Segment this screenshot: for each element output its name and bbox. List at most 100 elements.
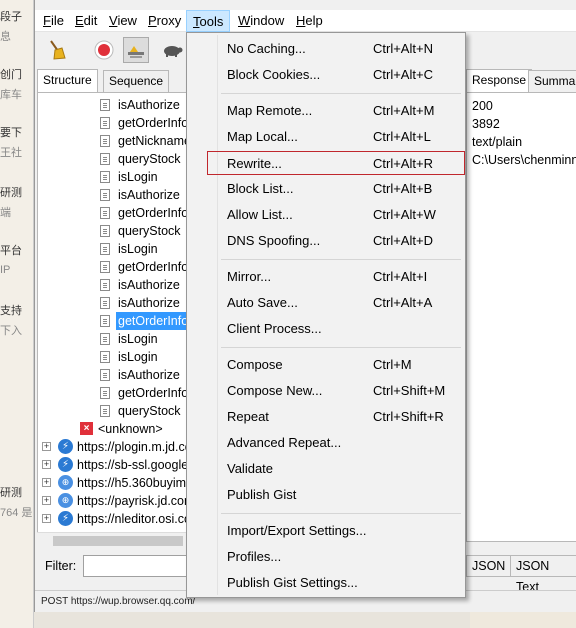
document-icon: [100, 153, 110, 165]
menubar: File Edit View Proxy Tools Window Help: [35, 10, 576, 32]
menu-proxy[interactable]: Proxy: [142, 10, 187, 32]
tab-sequence[interactable]: Sequence: [103, 70, 170, 92]
menu-item-client-process[interactable]: Client Process...: [189, 317, 463, 341]
request-name: isLogin: [118, 332, 158, 346]
expand-icon[interactable]: +: [42, 460, 51, 469]
menu-item-compose-new[interactable]: Compose New... Ctrl+Shift+M: [189, 379, 463, 403]
record-icon[interactable]: [91, 37, 117, 63]
tab-json-text[interactable]: JSON Text: [510, 555, 576, 594]
request-name: isAuthorize: [118, 188, 180, 202]
tab-summary[interactable]: Summary: [528, 70, 576, 92]
menu-separator: [221, 347, 461, 348]
menu-item-validate[interactable]: Validate: [189, 457, 463, 481]
background-window-strip: [470, 610, 576, 628]
request-name: isLogin: [118, 350, 158, 364]
broom-icon[interactable]: [43, 37, 69, 63]
menu-item-label: Block Cookies...: [227, 67, 321, 82]
background-text: 段子: [0, 11, 22, 23]
request-name: queryStock: [118, 224, 181, 238]
menu-item-shortcut: Ctrl+Shift+R: [373, 409, 444, 424]
menu-item-mirror[interactable]: Mirror... Ctrl+Alt+I: [189, 265, 463, 289]
expand-icon[interactable]: +: [42, 514, 51, 523]
menu-item-auto-save[interactable]: Auto Save... Ctrl+Alt+A: [189, 291, 463, 315]
menu-item-shortcut: Ctrl+Alt+C: [373, 67, 433, 82]
menu-item-shortcut: Ctrl+Alt+I: [373, 269, 428, 284]
lightning-icon: ⚡: [58, 511, 73, 526]
response-summary-pane: 200 3892 text/plain C:\Users\chenminn: [466, 92, 576, 542]
summary-value: C:\Users\chenminn: [472, 153, 576, 167]
menu-item-publish-gist-settings[interactable]: Publish Gist Settings...: [189, 571, 463, 595]
scrollbar-thumb[interactable]: [53, 536, 183, 546]
menu-item-no-caching[interactable]: No Caching... Ctrl+Alt+N: [189, 37, 463, 61]
background-text: 王社: [0, 147, 22, 159]
background-text: 端: [0, 207, 11, 219]
menu-item-label: Client Process...: [227, 321, 322, 336]
document-icon: [100, 99, 110, 111]
tab-json[interactable]: JSON: [466, 555, 512, 577]
error-icon: ×: [80, 422, 93, 435]
request-name: isAuthorize: [118, 296, 180, 310]
request-name: getOrderInfo: [118, 116, 189, 130]
menu-tools[interactable]: Tools: [186, 10, 231, 32]
menu-item-shortcut: Ctrl+Alt+L: [373, 129, 431, 144]
request-name: getOrderInfo: [116, 312, 191, 330]
menu-item-shortcut: Ctrl+Shift+M: [373, 383, 446, 398]
menu-item-advanced-repeat[interactable]: Advanced Repeat...: [189, 431, 463, 455]
tab-structure[interactable]: Structure: [37, 69, 98, 92]
unknown-label: <unknown>: [98, 422, 163, 436]
menu-item-map-remote[interactable]: Map Remote... Ctrl+Alt+M: [189, 99, 463, 123]
menu-item-label: Profiles...: [227, 549, 282, 564]
menu-edit[interactable]: Edit: [69, 10, 103, 32]
background-text: 创门: [0, 69, 22, 81]
document-icon: [100, 387, 110, 399]
menu-item-label: Map Local...: [227, 129, 298, 144]
lightning-icon: ⚡: [58, 457, 73, 472]
background-text: 研测: [0, 187, 22, 199]
menu-item-import-export-settings[interactable]: Import/Export Settings...: [189, 519, 463, 543]
menu-item-rewrite[interactable]: Rewrite... Ctrl+Alt+R: [207, 151, 465, 175]
throttle-icon[interactable]: [123, 37, 149, 63]
menu-item-label: Auto Save...: [227, 295, 298, 310]
menu-item-shortcut: Ctrl+Alt+R: [373, 156, 433, 171]
menu-item-compose[interactable]: Compose Ctrl+M: [189, 353, 463, 377]
menu-item-label: Rewrite...: [227, 156, 282, 171]
expand-icon[interactable]: +: [42, 442, 51, 451]
menu-file[interactable]: File: [37, 10, 70, 32]
menu-window[interactable]: Window: [232, 10, 290, 32]
lock-icon: ⊕: [58, 475, 73, 490]
tab-response[interactable]: Response: [466, 69, 533, 92]
menu-item-allow-list[interactable]: Allow List... Ctrl+Alt+W: [189, 203, 463, 227]
expand-icon[interactable]: +: [42, 496, 51, 505]
menu-item-label: Validate: [227, 461, 274, 476]
summary-value: 200: [472, 99, 493, 113]
menu-item-label: Compose: [227, 357, 283, 372]
document-icon: [100, 315, 110, 327]
request-name: isAuthorize: [118, 368, 180, 382]
menu-item-repeat[interactable]: Repeat Ctrl+Shift+R: [189, 405, 463, 429]
menu-help[interactable]: Help: [290, 10, 329, 32]
document-icon: [100, 207, 110, 219]
document-icon: [100, 171, 110, 183]
background-text: 息: [0, 31, 11, 43]
menu-item-dns-spoofing[interactable]: DNS Spoofing... Ctrl+Alt+D: [189, 229, 463, 253]
document-icon: [100, 351, 110, 363]
lightning-icon: ⚡: [58, 439, 73, 454]
menu-item-label: Map Remote...: [227, 103, 313, 118]
menu-separator: [221, 259, 461, 260]
document-icon: [100, 333, 110, 345]
menu-item-profiles[interactable]: Profiles...: [189, 545, 463, 569]
menu-item-label: Publish Gist: [227, 487, 297, 502]
menu-item-map-local[interactable]: Map Local... Ctrl+Alt+L: [189, 125, 463, 149]
background-text: 库车: [0, 89, 22, 101]
filter-label: Filter:: [45, 559, 77, 573]
expand-icon[interactable]: +: [42, 478, 51, 487]
request-name: getNickname: [118, 134, 191, 148]
menu-item-publish-gist[interactable]: Publish Gist: [189, 483, 463, 507]
request-name: queryStock: [118, 404, 181, 418]
menu-item-block-list[interactable]: Block List... Ctrl+Alt+B: [189, 177, 463, 201]
menu-separator: [221, 93, 461, 94]
menu-view[interactable]: View: [103, 10, 143, 32]
menu-item-block-cookies[interactable]: Block Cookies... Ctrl+Alt+C: [189, 63, 463, 87]
turtle-icon[interactable]: [159, 37, 185, 63]
document-icon: [100, 243, 110, 255]
